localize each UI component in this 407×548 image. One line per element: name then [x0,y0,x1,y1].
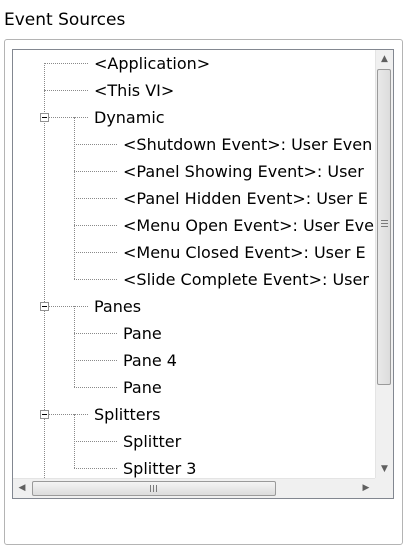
horizontal-scroll-thumb[interactable] [32,481,276,496]
tree-connector-line [74,279,117,280]
vertical-scrollbar[interactable]: ▲ ▼ [375,50,393,478]
tree-item-label: <Panel Hidden Event>: User E [123,189,368,208]
tree-child-item[interactable]: <Shutdown Event>: User Even [13,131,375,158]
tree-connector-line [74,198,117,199]
vertical-scroll-thumb[interactable] [377,69,391,385]
scroll-up-arrow-icon[interactable]: ▲ [376,50,393,68]
tree-item-label: Pane [123,378,162,397]
tree-child-item[interactable]: <Menu Closed Event>: User E [13,239,375,266]
scroll-right-arrow-icon[interactable]: ▶ [357,479,375,498]
collapse-toggle-icon[interactable] [40,410,49,419]
tree-item-label: Pane 4 [123,351,177,370]
tree-item-label: <This VI> [94,81,175,100]
scroll-down-arrow-icon[interactable]: ▼ [376,460,393,478]
tree-child-item[interactable]: Splitter 3 [13,455,375,478]
tree-item-label: <Application> [94,54,211,73]
tree-branch-line [74,306,75,387]
tree-connector-line [74,441,117,442]
tree-child-item[interactable]: <Panel Showing Event>: User [13,158,375,185]
tree-item-label: Pane [123,324,162,343]
tree-item-label: Splitter [123,432,182,451]
tree-connector-line [74,225,117,226]
tree-item-label: <Panel Showing Event>: User [123,162,364,181]
tree-item-label: Dynamic [94,108,165,127]
tree-connector-line [74,252,117,253]
tree-connector-line [44,117,88,118]
tree-child-item[interactable]: <Panel Hidden Event>: User E [13,185,375,212]
tree-connector-line [44,63,88,64]
tree-connector-line [74,468,117,469]
collapse-toggle-icon[interactable] [40,113,49,122]
tree-child-item[interactable]: Pane 4 [13,347,375,374]
tree-connector-line [44,306,88,307]
tree-item-label: Splitters [94,405,161,424]
tree-child-item[interactable]: Pane [13,320,375,347]
tree-item-label: Panes [94,297,142,316]
tree-connector-line [74,333,117,334]
tree-child-item[interactable]: Splitter [13,428,375,455]
event-sources-panel: <Application> <This VI> Dynamic <Shutdown E… [4,39,403,545]
tree-connector-line [74,360,117,361]
tree-connector-line [44,90,88,91]
collapse-toggle-icon[interactable] [40,302,49,311]
event-sources-tree[interactable]: <Application> <This VI> Dynamic <Shutdown E… [12,49,394,499]
tree-branch-line [74,414,75,468]
tree-item-label: <Shutdown Event>: User Even [123,135,373,154]
grip-icon [381,220,388,227]
scrollbar-corner [375,478,393,498]
tree-child-item[interactable]: <Menu Open Event>: User Eve [13,212,375,239]
event-sources-title: Event Sources [4,10,126,30]
tree-content: <Application> <This VI> Dynamic <Shutdown E… [13,50,375,478]
grip-icon [150,485,157,492]
tree-child-item[interactable]: <Slide Complete Event>: User [13,266,375,293]
horizontal-scrollbar[interactable]: ◀ ▶ [13,478,375,498]
tree-item-label: Splitter 3 [123,459,197,478]
tree-branch-line [74,117,75,279]
tree-connector-line [74,144,117,145]
tree-connector-line [44,414,88,415]
tree-item-label: <Slide Complete Event>: User [123,270,369,289]
tree-child-item[interactable]: Pane [13,374,375,401]
tree-connector-line [74,171,117,172]
tree-item-label: <Menu Closed Event>: User E [123,243,366,262]
tree-connector-line [74,387,117,388]
scroll-left-arrow-icon[interactable]: ◀ [13,479,31,498]
tree-item-label: <Menu Open Event>: User Eve [123,216,374,235]
